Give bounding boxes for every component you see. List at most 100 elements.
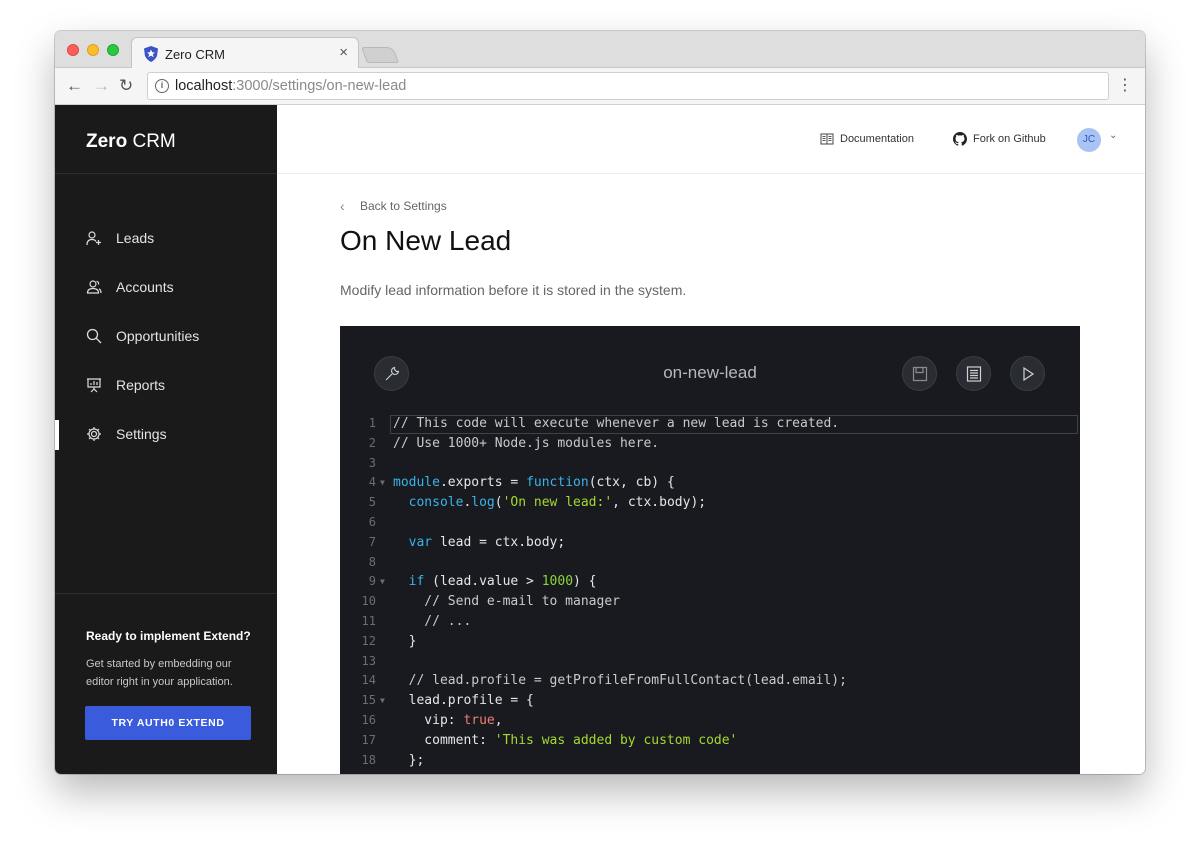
new-tab-button[interactable] [361,47,399,63]
line-number: 5 [368,495,376,510]
forward-arrow-icon[interactable]: → [93,76,110,96]
code-line[interactable]: 17 comment: 'This was added by custom co… [340,731,1080,751]
line-number: 6 [368,514,376,529]
save-icon [912,366,928,382]
line-number: 7 [368,534,376,549]
sidebar-divider [55,173,277,174]
fold-arrow-icon[interactable]: ▼ [380,691,385,711]
fold-arrow-icon[interactable]: ▼ [380,473,385,493]
page-description: Modify lead information before it is sto… [340,282,687,298]
browser-tab[interactable]: Zero CRM × [131,37,359,69]
reload-icon[interactable]: ↻ [119,76,133,96]
presentation-icon [87,378,101,393]
line-number: 11 [361,613,376,628]
tab-close-icon[interactable]: × [339,44,348,61]
book-icon [820,133,834,145]
logs-button[interactable] [956,356,991,391]
code-line[interactable]: 6 [340,513,1080,533]
code-line[interactable]: 9 ▼ if (lead.value > 1000) { [340,572,1080,592]
page-title: On New Lead [340,225,512,256]
info-icon[interactable]: i [155,79,169,93]
github-icon [953,132,967,146]
top-bar: Documentation Fork on Github JC ⌄ [277,105,1145,174]
fold-arrow-icon[interactable]: ▼ [380,572,385,592]
code-line[interactable]: 11 // ... [340,612,1080,632]
code-line[interactable]: 12 } [340,632,1080,652]
code-text: // Use 1000+ Node.js modules here. [393,435,660,451]
sidebar-item-leads[interactable]: Leads [55,224,277,254]
line-number: 2 [368,435,376,450]
fork-on-github-link[interactable]: Fork on Github [953,132,1046,146]
auth0-shield-icon [144,46,158,62]
minimize-window-button[interactable] [87,44,99,56]
sidebar-item-label: Settings [116,426,167,442]
code-area[interactable]: 1 // This code will execute whenever a ne… [340,414,1080,770]
address-bar[interactable]: i localhost:3000/settings/on-new-lead [147,72,1109,100]
code-text: lead.profile = { [393,693,534,709]
code-line[interactable]: 4 ▼ module.exports = function(ctx, cb) { [340,473,1080,493]
code-line[interactable]: 5 console.log('On new lead:', ctx.body); [340,493,1080,513]
code-text: // lead.profile = getProfileFromFullCont… [393,673,847,689]
code-line[interactable]: 7 var lead = ctx.body; [340,533,1080,553]
line-number: 14 [361,673,376,688]
code-text: // Send e-mail to manager [393,594,620,610]
code-text: } [393,633,417,649]
avatar[interactable]: JC [1077,128,1101,152]
run-button[interactable] [1010,356,1045,391]
code-line[interactable]: 14 // lead.profile = getProfileFromFullC… [340,671,1080,691]
user-plus-icon [86,231,101,246]
line-number: 16 [361,712,376,727]
code-line[interactable]: 16 vip: true, [340,711,1080,731]
main-content: Documentation Fork on Github JC ⌄ ‹ Back… [277,105,1145,774]
browser-toolbar: ← → ↻ i localhost:3000/settings/on-new-l… [55,68,1145,105]
line-number: 4 [368,475,376,490]
chevron-down-icon[interactable]: ⌄ [1109,130,1117,141]
page-viewport: Zero CRM Leads Accounts Opportunities Re… [55,105,1145,774]
sidebar-divider [55,593,277,594]
line-number: 12 [361,633,376,648]
code-line[interactable]: 1 // This code will execute whenever a ne… [340,414,1080,434]
line-number: 1 [368,416,376,430]
code-editor[interactable]: on-new-lead 1// This code will execute w… [340,326,1080,774]
code-line[interactable]: 18 }; [340,751,1080,771]
code-line[interactable]: 13 [340,652,1080,672]
code-line[interactable]: 3 [340,454,1080,474]
search-icon [86,328,102,344]
code-line[interactable]: 2 // Use 1000+ Node.js modules here. [340,434,1080,454]
gear-icon [87,427,101,441]
browser-menu-icon[interactable]: ⋮ [1117,77,1133,95]
code-text: module.exports = function(ctx, cb) { [393,475,675,491]
code-line[interactable]: 8 [340,553,1080,573]
sidebar: Zero CRM Leads Accounts Opportunities Re… [55,105,277,774]
line-number: 3 [368,455,376,470]
chevron-left-icon: ‹ [340,198,345,214]
code-line[interactable]: 15 ▼ lead.profile = { [340,691,1080,711]
sidebar-item-label: Leads [116,230,155,246]
maximize-window-button[interactable] [107,44,119,56]
title-bar: Zero CRM × [55,31,1145,69]
sidebar-item-accounts[interactable]: Accounts [55,273,277,303]
sidebar-item-settings[interactable]: Settings [55,420,277,450]
line-number: 13 [361,653,376,668]
app-logo[interactable]: Zero CRM [86,131,176,153]
promo-title: Ready to implement Extend? [86,629,251,643]
sidebar-item-opportunities[interactable]: Opportunities [55,322,277,352]
code-text: comment: 'This was added by custom code' [393,732,738,748]
code-text: var lead = ctx.body; [408,534,566,550]
play-icon [1023,366,1035,382]
line-number: 9 [368,574,376,589]
code-text: }; [393,752,425,768]
save-button[interactable] [902,356,937,391]
browser-window: Zero CRM × ← → ↻ i localhost:3000/settin… [55,31,1145,774]
try-auth0-extend-button[interactable]: TRY AUTH0 EXTEND [85,706,251,740]
back-arrow-icon[interactable]: ← [66,76,83,96]
line-number: 18 [361,752,376,767]
sidebar-item-reports[interactable]: Reports [55,371,277,401]
promo-text: Get started by embedding our editor righ… [86,658,233,688]
document-lines-icon [966,366,982,382]
code-text: // ... [393,613,472,629]
close-window-button[interactable] [67,44,79,56]
documentation-link[interactable]: Documentation [820,133,914,145]
code-text: // This code will execute whenever a new… [393,416,840,431]
code-line[interactable]: 10 // Send e-mail to manager [340,592,1080,612]
